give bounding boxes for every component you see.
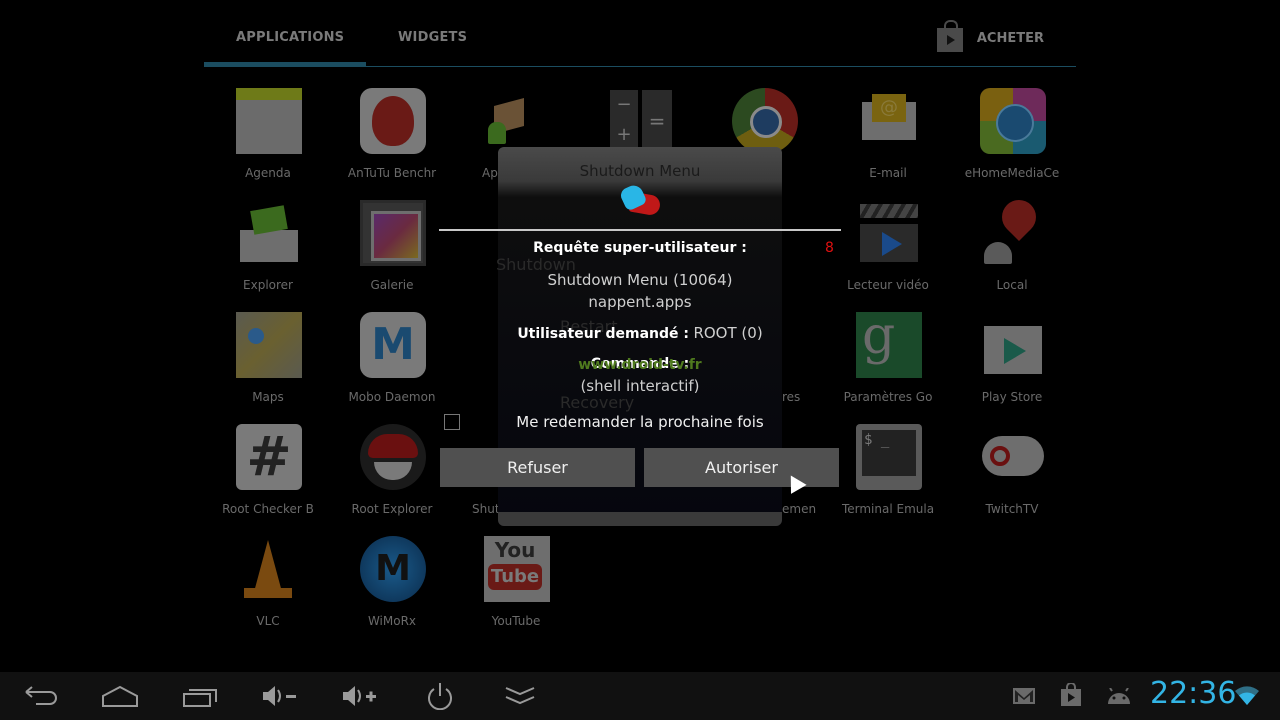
app-label: Explorer	[243, 278, 293, 292]
recovery-option[interactable]: Recovery	[560, 393, 634, 412]
app-youtube[interactable]: You Tube	[454, 536, 578, 648]
app-label: Agenda	[245, 166, 291, 180]
buy-label: ACHETER	[976, 30, 1044, 46]
remember-label[interactable]: Me redemander la prochaine fois	[439, 413, 841, 431]
tab-applications[interactable]: APPLICATIONS	[236, 30, 344, 45]
app-galerie[interactable]: Galerie	[330, 200, 454, 312]
apk-installer-icon	[484, 88, 550, 154]
play-store-bag-icon[interactable]	[1060, 682, 1082, 711]
app-mobo-daemon[interactable]: Mobo Daemon	[330, 312, 454, 424]
app-label: Terminal Emula	[841, 502, 935, 516]
refuse-button[interactable]: Refuser	[440, 448, 635, 487]
su-request-heading: Requête super-utilisateur :	[533, 240, 747, 256]
explorer-icon	[236, 200, 302, 266]
gallery-icon	[360, 200, 426, 266]
app-local[interactable]: Local	[950, 200, 1074, 312]
app-root-checker[interactable]: Root Checker B	[206, 424, 330, 536]
vlc-cone-icon	[236, 536, 302, 602]
app-maps[interactable]: Maps	[206, 312, 330, 424]
app-label: TwitchTV	[985, 502, 1039, 516]
chrome-icon	[732, 88, 798, 154]
app-label: Local	[996, 278, 1028, 292]
root-explorer-icon	[360, 424, 426, 490]
shopping-bag-icon	[936, 20, 963, 52]
app-ehomemedia[interactable]: eHomeMediaCe	[950, 88, 1074, 200]
wimorx-icon	[360, 536, 426, 602]
calculator-icon	[608, 88, 674, 154]
app-label: Paramètres Go	[843, 390, 933, 404]
watermark: www.droid-tv.fr	[578, 357, 702, 373]
command-value: (shell interactif)	[580, 377, 700, 395]
tab-widgets[interactable]: WIDGETS	[398, 30, 467, 45]
launcher-tabbar: APPLICATIONS WIDGETS ACHETER	[204, 0, 1076, 68]
video-player-icon	[856, 200, 922, 266]
requested-user-value: ROOT (0)	[693, 324, 763, 342]
app-label: Root Explorer	[351, 502, 433, 516]
play-store-icon	[980, 312, 1046, 378]
gmail-icon[interactable]	[1012, 686, 1036, 710]
app-explorer[interactable]: Explorer	[206, 200, 330, 312]
countdown-timer: 8	[825, 240, 834, 256]
superuser-icon	[618, 182, 662, 217]
clock[interactable]: 22:36	[1150, 676, 1236, 711]
home-icon[interactable]	[100, 682, 140, 710]
youtube-icon	[484, 536, 550, 602]
app-label: Mobo Daemon	[348, 390, 436, 404]
android-debug-icon[interactable]	[1106, 687, 1132, 710]
app-terminal[interactable]: Terminal Emula	[826, 424, 950, 536]
active-tab-indicator	[204, 62, 366, 67]
back-icon[interactable]	[20, 682, 60, 710]
app-label: eHomeMediaCe	[964, 166, 1060, 180]
power-icon[interactable]	[420, 682, 460, 711]
mobo-icon	[360, 312, 426, 378]
gamepad-icon	[980, 424, 1046, 490]
calendar-icon	[236, 88, 302, 154]
app-video-player[interactable]: Lecteur vidéo	[826, 200, 950, 312]
volume-down-icon[interactable]	[260, 682, 300, 710]
app-label: Maps	[252, 390, 284, 404]
app-label: Galerie	[370, 278, 414, 292]
wifi-icon[interactable]	[1234, 684, 1260, 710]
terminal-icon	[856, 424, 922, 490]
app-label: E-mail	[869, 166, 907, 180]
app-label: YouTube	[491, 614, 541, 628]
antutu-icon	[360, 88, 426, 154]
requested-user-label: Utilisateur demandé :	[517, 326, 689, 342]
root-checker-icon	[236, 424, 302, 490]
app-antutu[interactable]: AnTuTu Benchr	[330, 88, 454, 200]
su-divider	[439, 229, 841, 231]
requesting-package: nappent.apps	[588, 293, 692, 311]
app-label: Root Checker B	[222, 502, 314, 516]
buy-button[interactable]: ACHETER	[936, 20, 1044, 52]
email-icon	[856, 88, 922, 154]
app-wimorx[interactable]: WiMoRx	[330, 536, 454, 648]
maps-icon	[236, 312, 302, 378]
app-label: WiMoRx	[367, 614, 417, 628]
recent-apps-icon[interactable]	[180, 682, 220, 710]
app-root-explorer[interactable]: Root Explorer	[330, 424, 454, 536]
ehome-media-icon	[980, 88, 1046, 154]
app-label: Play Store	[981, 390, 1043, 404]
app-agenda[interactable]: Agenda	[206, 88, 330, 200]
volume-up-icon[interactable]	[340, 682, 380, 710]
dialog-footer	[498, 512, 782, 526]
allow-button[interactable]: Autoriser	[644, 448, 839, 487]
collapse-icon[interactable]	[500, 682, 540, 710]
google-settings-icon	[856, 306, 922, 378]
app-label: VLC	[256, 614, 280, 628]
shutdown-menu-title: Shutdown Menu	[579, 162, 701, 180]
app-play-store[interactable]: Play Store	[950, 312, 1074, 424]
app-google-settings[interactable]: Paramètres Go	[826, 306, 950, 424]
app-label: AnTuTu Benchr	[347, 166, 437, 180]
app-vlc[interactable]: VLC	[206, 536, 330, 648]
requesting-app: Shutdown Menu (10064)	[547, 271, 733, 289]
requested-user: Utilisateur demandé : ROOT (0)	[439, 324, 841, 342]
app-email[interactable]: E-mail	[826, 88, 950, 200]
app-label: Lecteur vidéo	[847, 278, 929, 292]
local-pin-icon	[980, 200, 1046, 266]
app-twitchtv[interactable]: TwitchTV	[950, 424, 1074, 536]
